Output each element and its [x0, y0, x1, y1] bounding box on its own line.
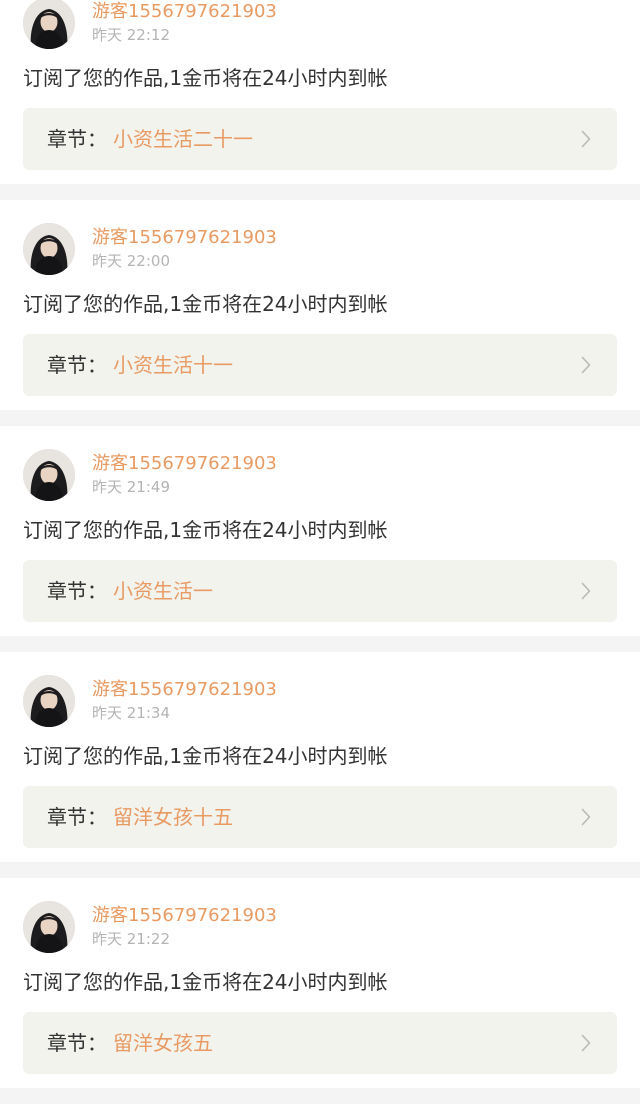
username[interactable]: 游客1556797621903	[92, 679, 277, 701]
avatar-image	[23, 0, 75, 49]
avatar-image	[23, 901, 75, 953]
avatar[interactable]	[23, 901, 75, 953]
notification-card: 游客1556797621903 昨天 21:22 订阅了您的作品,1金币将在24…	[0, 878, 640, 1088]
chapter-label: 章节：	[47, 579, 107, 603]
notification-card: 游客1556797621903 昨天 22:12 订阅了您的作品,1金币将在24…	[0, 0, 640, 184]
chapter-label: 章节：	[47, 353, 107, 377]
chevron-right-icon	[581, 582, 591, 600]
notification-card: 游客1556797621903 昨天 21:34 订阅了您的作品,1金币将在24…	[0, 652, 640, 862]
username[interactable]: 游客1556797621903	[92, 453, 277, 475]
avatar-image	[23, 449, 75, 501]
notification-message: 订阅了您的作品,1金币将在24小时内到帐	[23, 744, 388, 768]
chapter-label: 章节：	[47, 805, 107, 829]
avatar[interactable]	[23, 449, 75, 501]
chevron-right-icon	[581, 356, 591, 374]
avatar[interactable]	[23, 675, 75, 727]
notification-list: 游客1556797621903 昨天 22:12 订阅了您的作品,1金币将在24…	[0, 0, 640, 1104]
chevron-right-icon	[581, 1034, 591, 1052]
chapter-title: 留洋女孩五	[113, 1031, 213, 1055]
chapter-title: 小资生活十一	[113, 353, 233, 377]
username[interactable]: 游客1556797621903	[92, 1, 277, 23]
avatar-image	[23, 223, 75, 275]
chapter-link[interactable]: 章节： 小资生活二十一	[23, 108, 617, 170]
chapter-label: 章节：	[47, 127, 107, 151]
timestamp: 昨天 22:00	[92, 252, 170, 270]
notification-message: 订阅了您的作品,1金币将在24小时内到帐	[23, 292, 388, 316]
chapter-link[interactable]: 章节： 小资生活十一	[23, 334, 617, 396]
notification-card: 游客1556797621903 昨天 22:00 订阅了您的作品,1金币将在24…	[0, 200, 640, 410]
notification-message: 订阅了您的作品,1金币将在24小时内到帐	[23, 66, 388, 90]
chevron-right-icon	[581, 808, 591, 826]
chapter-title: 小资生活二十一	[113, 127, 253, 151]
avatar[interactable]	[23, 223, 75, 275]
notification-message: 订阅了您的作品,1金币将在24小时内到帐	[23, 970, 388, 994]
chapter-link[interactable]: 章节： 小资生活一	[23, 560, 617, 622]
chapter-title: 小资生活一	[113, 579, 213, 603]
notification-card: 游客1556797621903 昨天 21:49 订阅了您的作品,1金币将在24…	[0, 426, 640, 636]
chapter-title: 留洋女孩十五	[113, 805, 233, 829]
username[interactable]: 游客1556797621903	[92, 905, 277, 927]
chapter-label: 章节：	[47, 1031, 107, 1055]
username[interactable]: 游客1556797621903	[92, 227, 277, 249]
chapter-link[interactable]: 章节： 留洋女孩五	[23, 1012, 617, 1074]
chevron-right-icon	[581, 130, 591, 148]
notification-message: 订阅了您的作品,1金币将在24小时内到帐	[23, 518, 388, 542]
timestamp: 昨天 22:12	[92, 26, 170, 44]
avatar[interactable]	[23, 0, 75, 49]
timestamp: 昨天 21:22	[92, 930, 170, 948]
chapter-link[interactable]: 章节： 留洋女孩十五	[23, 786, 617, 848]
timestamp: 昨天 21:34	[92, 704, 170, 722]
timestamp: 昨天 21:49	[92, 478, 170, 496]
avatar-image	[23, 675, 75, 727]
